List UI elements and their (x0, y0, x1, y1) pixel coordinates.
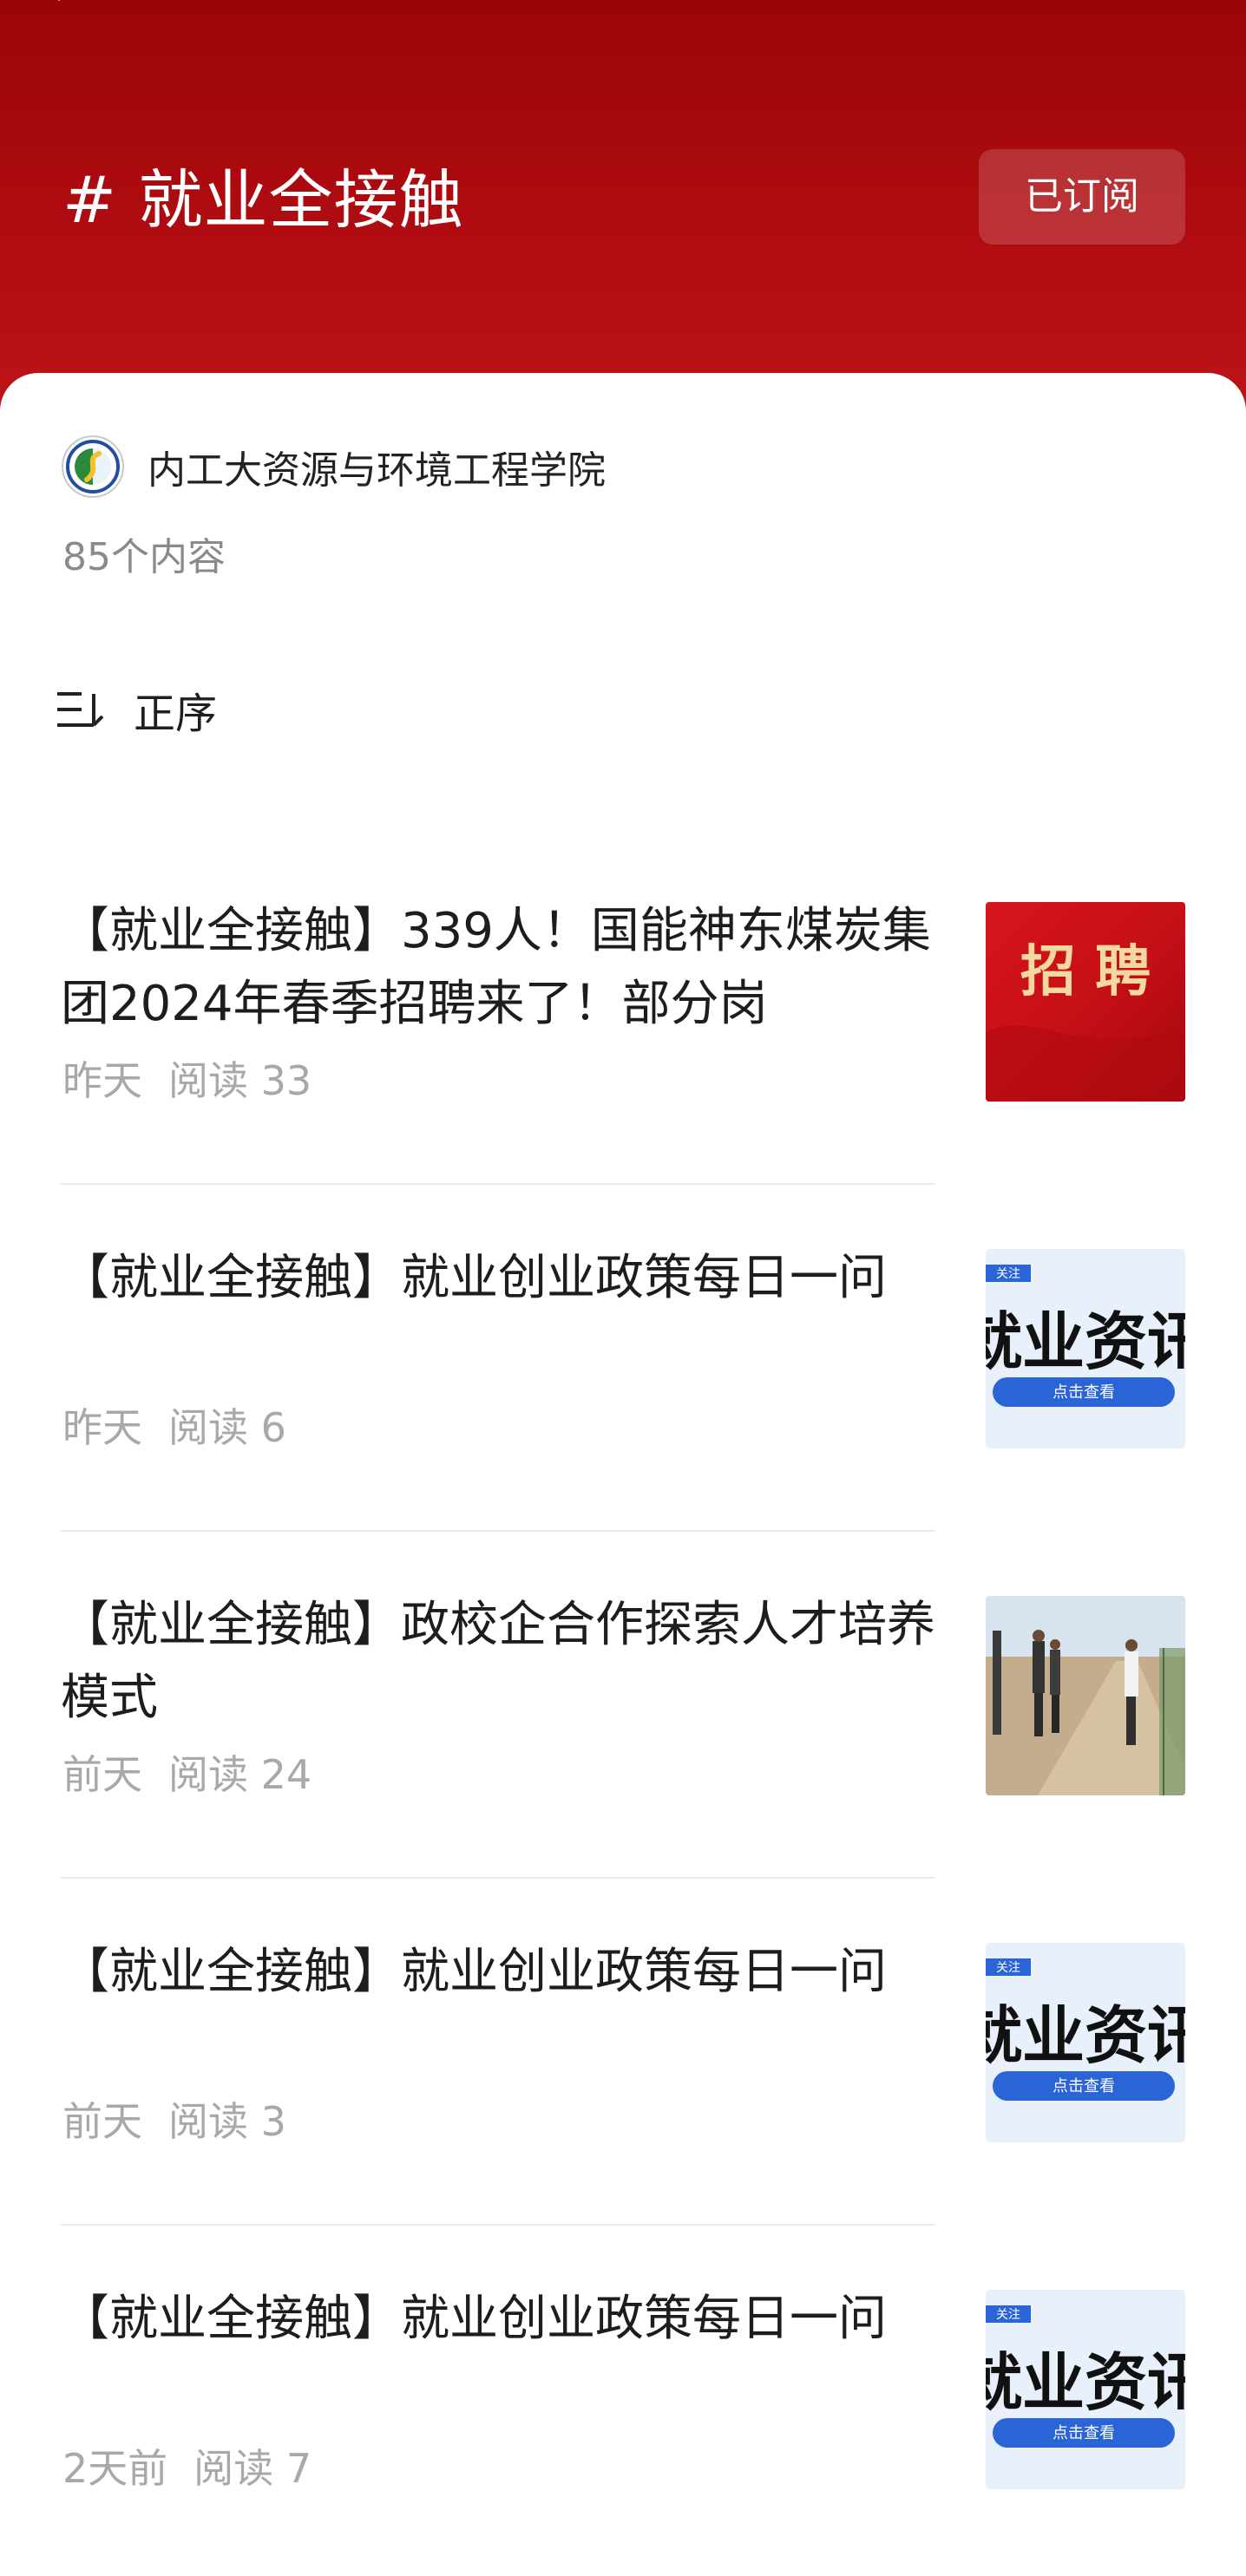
subscribed-button[interactable]: 已订阅 (979, 149, 1185, 245)
article-date: 2天前 (62, 2445, 168, 2492)
article-title: 【就业全接触】就业创业政策每日一问 (61, 1250, 887, 1306)
article-thumbnail: 关注 就业资讯 点击查看 (986, 1943, 1185, 2142)
school-logo-icon (62, 435, 124, 498)
article-reads: 阅读 3 (168, 2098, 286, 2145)
article-item[interactable]: 【就业全接触】就业创业政策每日一问 昨天 阅读 6 关注 就业资讯 点击查看 (0, 1188, 1246, 1535)
thumbnail-text: 就业资讯 (986, 1999, 1185, 2072)
article-item[interactable]: 【就业全接触】政校企合作探索人才培养模式 前天 阅读 24 (0, 1535, 1246, 1882)
article-reads: 阅读 33 (168, 1057, 312, 1104)
divider (61, 1877, 935, 1879)
news-thumbnail-image: 关注 就业资讯 点击查看 (986, 1943, 1185, 2142)
close-icon[interactable] (36, 0, 85, 10)
article-thumbnail (986, 1596, 1185, 1795)
article-meta: 昨天 阅读 33 (62, 1049, 312, 1107)
news-thumbnail-image: 关注 就业资讯 点击查看 (986, 2290, 1185, 2489)
thumbnail-tag: 关注 (996, 1961, 1020, 1975)
article-title: 【就业全接触】就业创业政策每日一问 (61, 2291, 887, 2347)
content-sheet: 内工大资源与环境工程学院 85个内容 正序 【就业全接触】339人！国能神东煤炭… (0, 373, 1246, 2536)
sort-icon (57, 692, 104, 727)
article-reads: 阅读 6 (168, 1404, 286, 1451)
thumbnail-tag: 关注 (996, 1267, 1020, 1281)
article-item[interactable]: 【就业全接触】就业创业政策每日一问 前天 阅读 3 关注 就业资讯 点击查看 (0, 1882, 1246, 2229)
account-row[interactable]: 内工大资源与环境工程学院 (61, 434, 606, 500)
article-date: 前天 (62, 1751, 142, 1798)
article-date: 前天 (62, 2098, 142, 2145)
topic-title: # 就业全接触 (62, 163, 464, 238)
article-reads: 阅读 24 (168, 1751, 312, 1798)
article-meta: 前天 阅读 3 (62, 2090, 286, 2148)
recruit-thumbnail-image: 招 聘 (986, 902, 1185, 1102)
article-title: 【就业全接触】就业创业政策每日一问 (61, 1944, 887, 2000)
article-date: 昨天 (62, 1057, 142, 1104)
divider (61, 2224, 935, 2226)
thumbnail-button: 点击查看 (1053, 2424, 1115, 2442)
field-photo-image (986, 1596, 1185, 1795)
article-item[interactable]: 【就业全接触】就业创业政策每日一问 2天前 阅读 7 关注 就业资讯 点击查看 (0, 2229, 1246, 2576)
thumbnail-tag: 关注 (996, 2308, 1020, 2322)
divider (61, 1183, 935, 1185)
article-thumbnail: 关注 就业资讯 点击查看 (986, 2290, 1185, 2489)
article-thumbnail: 招 聘 (986, 902, 1185, 1102)
article-thumbnail: 关注 就业资讯 点击查看 (986, 1249, 1185, 1448)
thumbnail-button: 点击查看 (1053, 1383, 1115, 1402)
article-title: 【就业全接触】政校企合作探索人才培养模式 (61, 1597, 935, 1726)
article-reads: 阅读 7 (193, 2445, 312, 2492)
sort-toggle[interactable]: 正序 (56, 675, 217, 744)
content-count: 85个内容 (62, 535, 226, 579)
thumbnail-text: 就业资讯 (986, 1305, 1185, 1378)
article-meta: 前天 阅读 24 (62, 1743, 312, 1801)
article-item[interactable]: 【就业全接触】339人！国能神东煤炭集团2024年春季招聘来了！部分岗 昨天 阅读… (0, 841, 1246, 1188)
article-title: 【就业全接触】339人！国能神东煤炭集团2024年春季招聘来了！部分岗 (61, 903, 931, 1032)
sort-label: 正序 (134, 690, 218, 738)
news-thumbnail-image: 关注 就业资讯 点击查看 (986, 1249, 1185, 1448)
thumbnail-button: 点击查看 (1053, 2077, 1115, 2095)
divider (61, 1530, 935, 1532)
article-meta: 2天前 阅读 7 (62, 2437, 312, 2494)
thumbnail-text: 就业资讯 (986, 2346, 1185, 2419)
article-date: 昨天 (62, 1404, 142, 1451)
article-meta: 昨天 阅读 6 (62, 1396, 286, 1454)
thumbnail-text: 招 聘 (1020, 940, 1151, 1004)
topic-header: # 就业全接触 已订阅 (0, 0, 1246, 434)
account-name: 内工大资源与环境工程学院 (148, 448, 606, 493)
